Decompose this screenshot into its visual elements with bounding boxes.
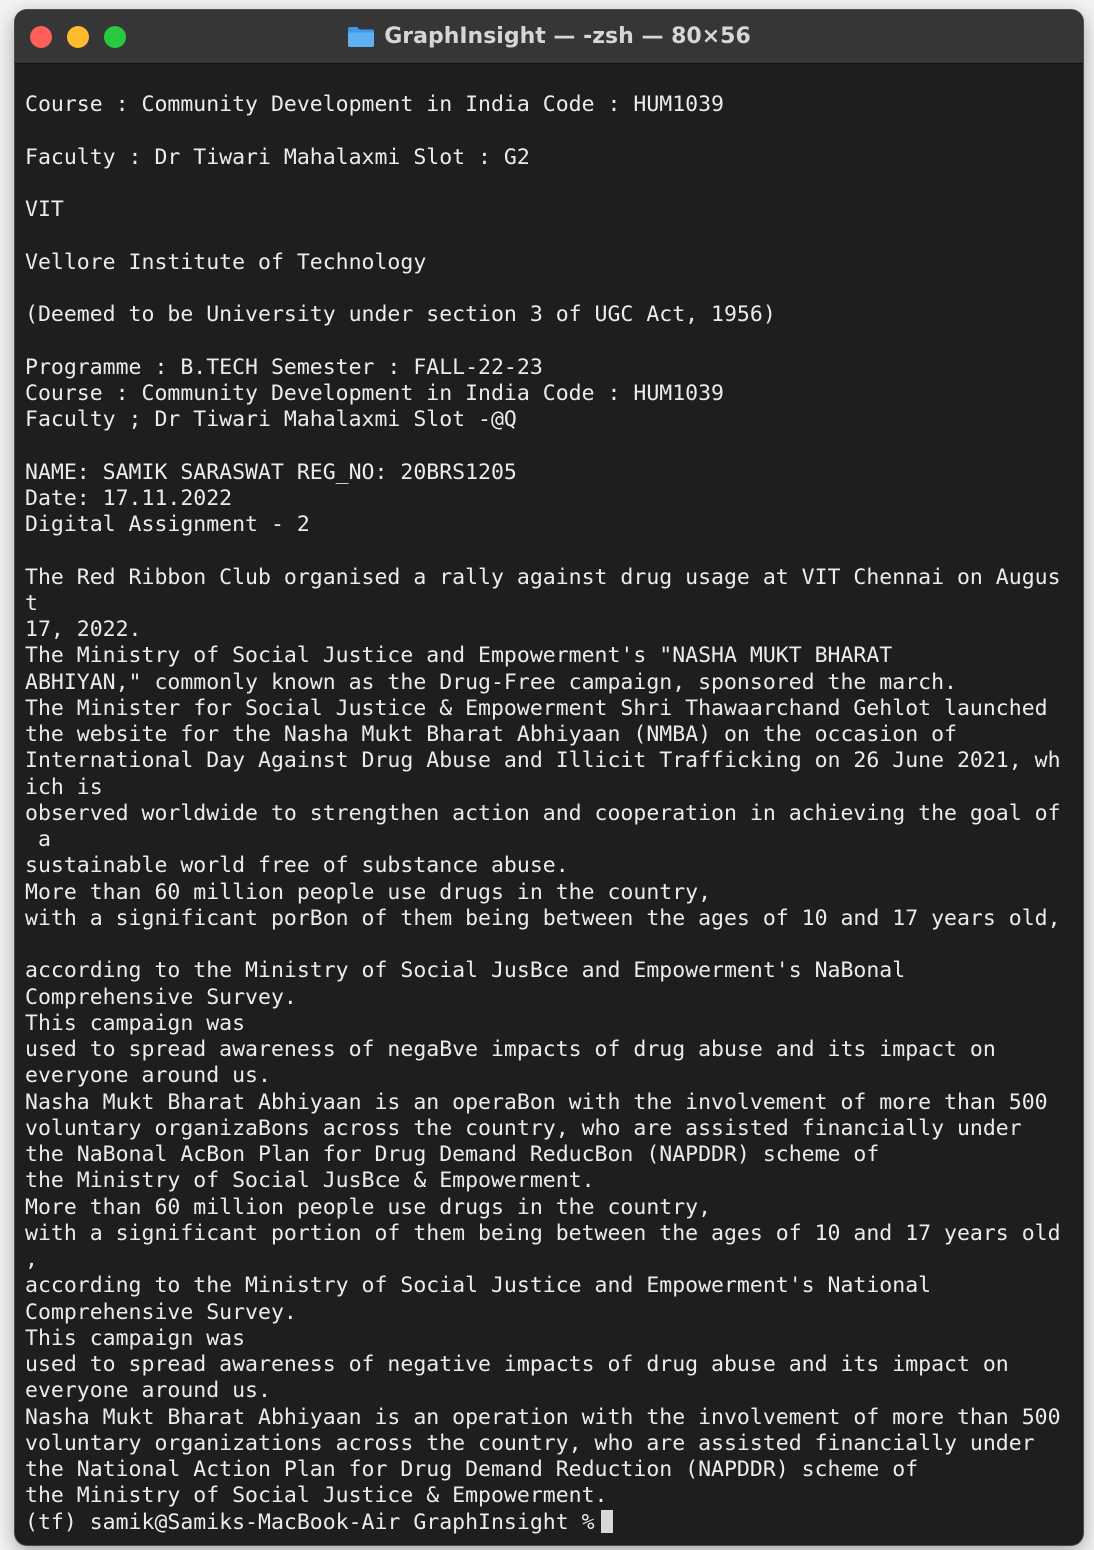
terminal-line: the National Action Plan for Drug Demand… — [25, 1457, 919, 1482]
terminal-line: the website for the Nasha Mukt Bharat Ab… — [25, 722, 957, 747]
title-bar[interactable]: GraphInsight — -zsh — 80×56 — [15, 10, 1083, 64]
prompt-line[interactable]: (tf) samik@Samiks-MacBook-Air GraphInsig… — [25, 1509, 1077, 1536]
terminal-line: NAME: SAMIK SARASWAT REG_NO: 20BRS1205 — [25, 459, 517, 485]
terminal-line: 17, 2022. — [25, 617, 142, 642]
terminal-line: used to spread awareness of negaBve impa… — [25, 1037, 996, 1062]
terminal-line: International Day Against Drug Abuse and… — [25, 748, 1061, 774]
terminal-line: The Ministry of Social Justice and Empow… — [25, 643, 893, 669]
terminal-line: VIT — [25, 197, 64, 222]
text-cursor — [600, 1509, 613, 1533]
window-title-group: GraphInsight — -zsh — 80×56 — [15, 10, 1083, 63]
terminal-line: The Minister for Social Justice & Empowe… — [25, 695, 1048, 721]
terminal-line: with a significant portion of them being… — [25, 1220, 1061, 1246]
terminal-line: This campaign was — [25, 1325, 246, 1351]
terminal-line: sustainable world free of substance abus… — [25, 853, 569, 879]
terminal-line: Faculty ; Dr Tiwari Mahalaxmi Slot -@Q — [25, 407, 517, 432]
terminal-line: the Ministry of Social JusBce & Empowerm… — [25, 1168, 595, 1194]
terminal-line: t — [25, 590, 38, 616]
terminal-line: This campaign was — [25, 1010, 246, 1036]
terminal-line: everyone around us. — [25, 1063, 271, 1089]
terminal-line: ich is — [25, 774, 103, 800]
terminal-line: Nasha Mukt Bharat Abhiyaan is an operati… — [25, 1404, 1061, 1430]
terminal-line: More than 60 million people use drugs in… — [25, 1194, 712, 1220]
terminal-line: according to the Ministry of Social Just… — [25, 1273, 932, 1299]
terminal-line: Vellore Institute of Technology — [25, 249, 427, 275]
terminal-line: Date: 17.11.2022 — [25, 485, 233, 511]
terminal-line: with a significant porBon of them being … — [25, 905, 1061, 931]
terminal-line: More than 60 million people use drugs in… — [25, 879, 712, 905]
shell-prompt: (tf) samik@Samiks-MacBook-Air GraphInsig… — [25, 1509, 595, 1535]
terminal-line: a — [25, 827, 51, 852]
terminal-line: Comprehensive Survey. — [25, 984, 297, 1010]
terminal-output[interactable]: Course : Community Development in India … — [25, 92, 1077, 1536]
terminal-line: the Ministry of Social Justice & Empower… — [25, 1483, 608, 1509]
terminal-line: used to spread awareness of negative imp… — [25, 1352, 1009, 1377]
terminal-line: Course : Community Development in India … — [25, 380, 724, 406]
terminal-line: Faculty : Dr Tiwari Mahalaxmi Slot : G2 — [25, 144, 530, 170]
terminal-line: (Deemed to be University under section 3… — [25, 302, 776, 327]
terminal-line: Programme : B.TECH Semester : FALL-22-23 — [25, 354, 543, 380]
terminal-line: according to the Ministry of Social JusB… — [25, 958, 906, 984]
folder-icon — [348, 26, 375, 47]
terminal-line: everyone around us. — [25, 1378, 271, 1404]
terminal-line: the NaBonal AcBon Plan for Drug Demand R… — [25, 1142, 880, 1167]
terminal-line: , — [25, 1247, 38, 1272]
terminal-line: Nasha Mukt Bharat Abhiyaan is an operaBo… — [25, 1089, 1048, 1115]
terminal-line: observed worldwide to strengthen action … — [25, 800, 1061, 826]
terminal-line: The Red Ribbon Club organised a rally ag… — [25, 564, 1061, 590]
window-title: GraphInsight — -zsh — 80×56 — [384, 24, 751, 49]
terminal-line: Comprehensive Survey. — [25, 1299, 297, 1325]
terminal-line: Digital Assignment - 2 — [25, 512, 310, 537]
terminal-line: voluntary organizations across the count… — [25, 1430, 1035, 1456]
terminal-window: GraphInsight — -zsh — 80×56 Course : Com… — [15, 10, 1083, 1545]
terminal-line: Course : Community Development in India … — [25, 92, 724, 117]
terminal-line: voluntary organizaBons across the countr… — [25, 1115, 1022, 1141]
terminal-line: ABHIYAN," commonly known as the Drug-Fre… — [25, 669, 957, 695]
